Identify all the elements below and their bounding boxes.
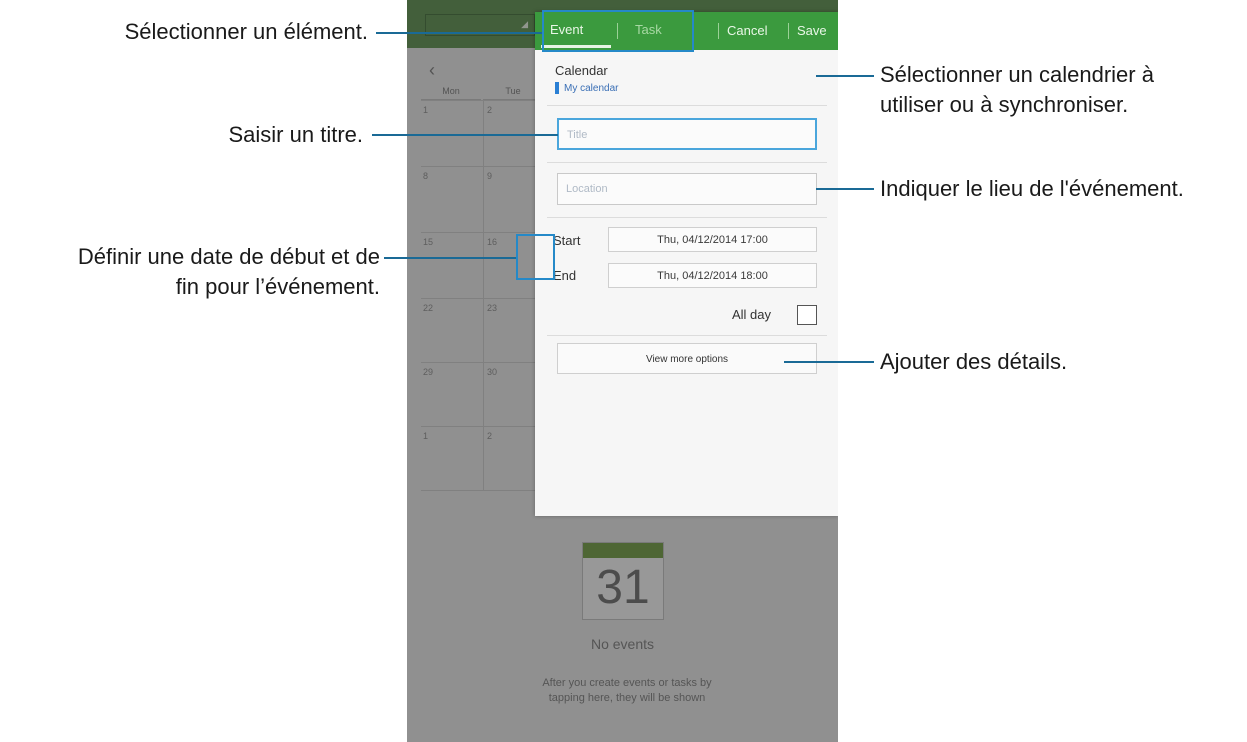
end-datetime-button[interactable]: Thu, 04/12/2014 18:00 [608, 263, 817, 288]
view-more-options-button[interactable]: View more options [557, 343, 817, 374]
callout-line [372, 134, 558, 136]
date-labels-highlight-box [516, 234, 555, 280]
title-input[interactable]: Title [557, 118, 817, 150]
divider [547, 217, 827, 218]
location-input[interactable]: Location [557, 173, 817, 205]
tabs-highlight-box [542, 10, 694, 52]
divider [547, 335, 827, 336]
callout-enter-title: Saisir un titre. [228, 122, 364, 147]
callout-line [384, 257, 516, 259]
calendar-color-indicator [555, 82, 559, 94]
action-separator [788, 23, 789, 39]
all-day-label: All day [732, 307, 772, 322]
callout-set-dates-line2: fin pour l’événement. [175, 274, 380, 299]
divider [547, 162, 827, 163]
callout-select-calendar-line1: Sélectionner un calendrier à [880, 62, 1154, 87]
callout-select-calendar-line2: utiliser ou à synchroniser. [880, 92, 1129, 117]
callout-add-details: Ajouter des détails. [880, 349, 1068, 374]
callout-location: Indiquer le lieu de l'événement. [880, 176, 1184, 201]
start-datetime-button[interactable]: Thu, 04/12/2014 17:00 [608, 227, 817, 252]
cancel-button[interactable]: Cancel [727, 23, 767, 38]
end-label: End [553, 268, 577, 283]
calendar-label: Calendar [555, 63, 608, 78]
all-day-checkbox[interactable] [797, 305, 817, 325]
callout-line [784, 361, 874, 363]
calendar-value: My calendar [564, 83, 619, 94]
phone-screen: ◢ ‹ Mon Tue 1 2 8 9 15 16 22 23 29 30 1 … [407, 0, 838, 742]
divider [547, 105, 827, 106]
start-label: Start [553, 233, 581, 248]
callout-set-dates-line1: Définir une date de début et de [77, 244, 380, 269]
callout-select-item: Sélectionner un élément. [124, 19, 368, 44]
action-separator [718, 23, 719, 39]
callout-line [816, 188, 874, 190]
callout-line [816, 75, 874, 77]
callout-line [376, 32, 542, 34]
save-button[interactable]: Save [797, 23, 827, 38]
create-event-dialog: Event Task Cancel Save Calendar My calen… [535, 12, 838, 516]
